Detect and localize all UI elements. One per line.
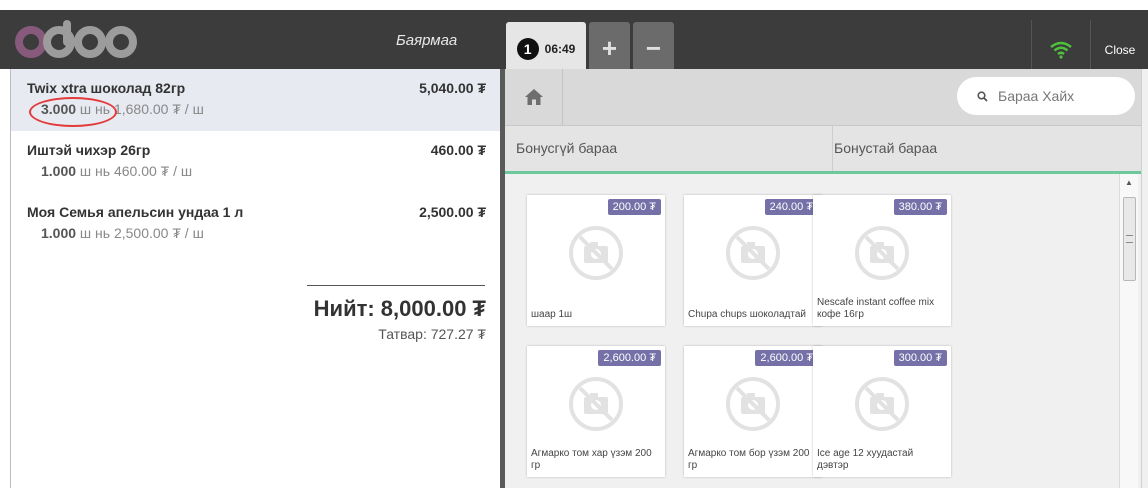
no-image-icon [569,377,623,431]
product-price: 380.00 ₮ [893,199,947,215]
pos-topbar: Баярмаа 1 06:49 + − Close [0,10,1148,79]
grip-icon [1126,235,1133,243]
odoo-logo [15,20,137,58]
order-line[interactable]: Иштэй чихэр 26гр 460.00 ₮ 1.000 ш нь 460… [11,131,501,193]
product-price: 200.00 ₮ [607,199,661,215]
orderline-product-name: Моя Семья апельсин ундаа 1 л [27,204,244,220]
order-number-badge: 1 [516,37,539,60]
orderline-unit-info: ш нь 2,500.00 ₮ / ш [76,225,204,241]
remove-order-button[interactable]: − [633,22,674,75]
orderline-price: 2,500.00 ₮ [419,204,486,220]
products-panel: Бонусгүй бараа Бонустай бараа 200.00 ₮ ша… [505,69,1148,488]
category-with-bonus[interactable]: Бонустай бараа [823,126,1134,171]
orderline-qty: 1.000 [41,225,77,241]
product-card[interactable]: 2,600.00 ₮ Агмарко том бор үзэм 200 гр [684,346,822,477]
search-icon [977,90,988,102]
order-total: Нийт: 8,000.00 ₮ [313,296,486,321]
product-name: Ice age 12 хуудастай дэвтэр [817,448,914,471]
product-name: Chupa chups шоколадтай [688,309,806,320]
product-name: Nescafe instant coffee mix кофе 16гр [817,297,935,320]
cashier-name[interactable]: Баярмаа [396,32,457,49]
orderline-product-name: Иштэй чихэр 26гр [27,142,151,158]
order-line[interactable]: Моя Семья апельсин ундаа 1 л 2,500.00 ₮ … [11,193,501,255]
right-edge [1141,69,1148,488]
product-card[interactable]: 300.00 ₮ Ice age 12 хуудастай дэвтэр [813,346,951,477]
order-tax: Татвар: 727.27 ₮ [378,326,486,342]
orderline-info: 1.000 ш нь 2,500.00 ₮ / ш [41,225,204,241]
product-scrollbar[interactable]: ▲ [1119,174,1138,488]
product-card[interactable]: 380.00 ₮ Nescafe instant coffee mix кофе … [813,195,951,326]
home-icon [524,89,543,105]
order-tab-1[interactable]: 1 06:49 [506,22,586,75]
order-time: 06:49 [544,41,576,56]
product-search[interactable] [957,77,1135,115]
order-panel: Twix xtra шоколад 82гр 5,040.00 ₮ 3.000 … [10,69,501,488]
product-name: Агмарко том бор үзэм 200 гр [688,448,810,471]
product-card[interactable]: 240.00 ₮ Chupa chups шоколадтай [684,195,822,326]
scroll-up-arrow-icon[interactable]: ▲ [1125,178,1133,187]
product-price: 2,600.00 ₮ [598,350,661,366]
orderline-unit-info: ш нь 460.00 ₮ / ш [76,163,193,179]
annotation-circle [29,97,117,127]
search-input[interactable] [996,87,1110,105]
category-no-bonus[interactable]: Бонусгүй бараа [505,126,833,171]
product-name: Агмарко том хар үзэм 200 гр [531,448,652,471]
orderline-price: 5,040.00 ₮ [419,80,486,96]
no-image-icon [569,226,623,280]
summary-divider [307,285,485,286]
no-image-icon [726,377,780,431]
breadcrumb-bar [505,69,1148,126]
wifi-icon [1050,41,1072,59]
product-price: 300.00 ₮ [893,350,947,366]
home-button[interactable] [505,69,563,125]
no-image-icon [855,377,909,431]
product-price: 240.00 ₮ [764,199,818,215]
category-bar: Бонусгүй бараа Бонустай бараа [505,126,1148,174]
product-name: шаар 1ш [531,309,573,320]
no-image-icon [726,226,780,280]
orderline-product-name: Twix xtra шоколад 82гр [27,80,186,96]
orderline-qty: 1.000 [41,163,77,179]
orderline-price: 460.00 ₮ [430,142,486,158]
top-strip [0,0,1148,10]
orderline-info: 1.000 ш нь 460.00 ₮ / ш [41,163,192,179]
product-price: 2,600.00 ₮ [755,350,818,366]
order-line[interactable]: Twix xtra шоколад 82гр 5,040.00 ₮ 3.000 … [11,69,501,131]
scrollbar-thumb[interactable] [1123,197,1136,281]
no-image-icon [855,226,909,280]
add-order-button[interactable]: + [589,22,630,75]
product-card[interactable]: 200.00 ₮ шаар 1ш [527,195,665,326]
product-card[interactable]: 2,600.00 ₮ Агмарко том хар үзэм 200 гр [527,346,665,477]
